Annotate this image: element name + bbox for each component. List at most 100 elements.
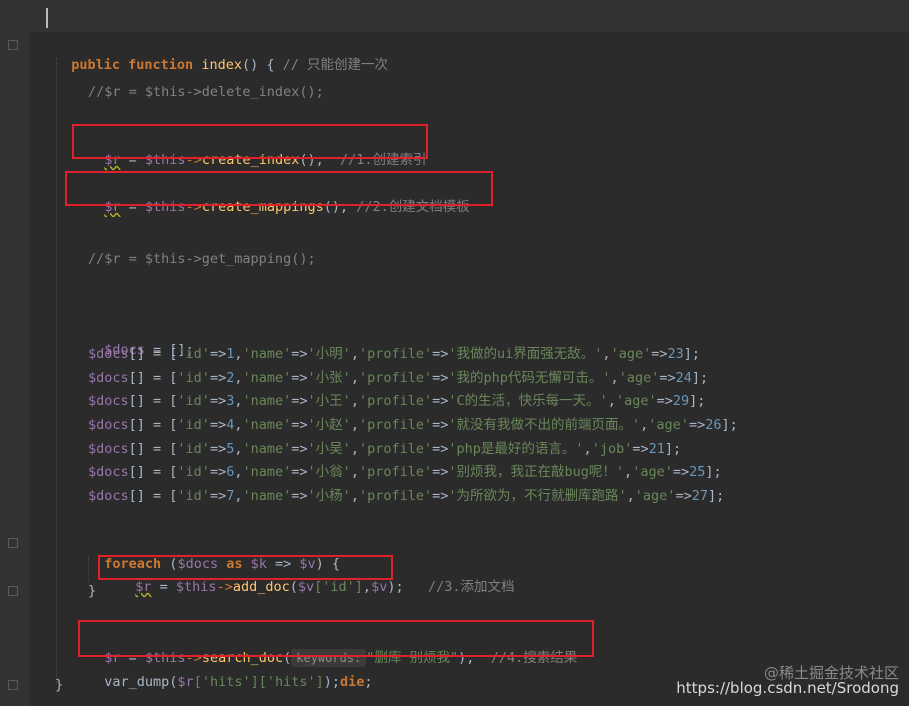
operator: =>: [675, 488, 692, 504]
code-line-doc[interactable]: $docs[] = ['id'=>1,'name'=>'小明','profile…: [88, 344, 700, 364]
string: 'name': [242, 417, 292, 433]
code-text: [] = [: [128, 417, 178, 433]
operator: =>: [432, 417, 449, 433]
code-line-delete-index[interactable]: //$r = $this->delete_index();: [88, 82, 324, 102]
string: 'age': [634, 488, 676, 504]
string: 'age': [610, 346, 652, 362]
operator: =>: [209, 370, 227, 386]
code-line-doc[interactable]: $docs[] = ['id'=>6,'name'=>'小翁','profile…: [88, 462, 722, 482]
code-text: ,: [350, 488, 359, 504]
variable: $docs: [88, 441, 129, 457]
code-line-doc[interactable]: $docs[] = ['id'=>4,'name'=>'小赵','profile…: [88, 415, 738, 435]
string: 'profile': [358, 464, 433, 480]
code-line-end-brace[interactable]: }: [55, 675, 63, 695]
function-name: var_dump(: [104, 674, 178, 690]
variable: $docs: [88, 464, 129, 480]
function-name: index: [201, 57, 242, 73]
code-text: );: [323, 674, 340, 690]
string: ': [342, 370, 351, 386]
string: 'profile': [358, 417, 433, 433]
variable: $v: [297, 579, 315, 595]
editor-gutter: [0, 0, 30, 706]
code-text: [] = [: [128, 488, 178, 504]
operator: =>: [688, 417, 706, 433]
string: 'id': [177, 417, 210, 433]
fold-marker-icon[interactable]: [8, 680, 18, 690]
code-text: ];: [689, 393, 706, 409]
string: ': [342, 488, 351, 504]
code-text: ,: [350, 441, 359, 457]
operator: =>: [432, 393, 449, 409]
code-text: ,: [350, 393, 359, 409]
operator: =>: [291, 393, 308, 409]
operator: =>: [209, 464, 227, 480]
string: 'profile': [358, 370, 433, 386]
code-line-function[interactable]: public function index() { // 只能创建一次: [55, 35, 388, 73]
variable: $this: [175, 579, 217, 595]
string: ': [342, 393, 351, 409]
code-text: [] = [: [128, 393, 178, 409]
fold-marker-icon[interactable]: [8, 538, 18, 548]
string: ': [448, 488, 457, 504]
string: 小张: [315, 370, 343, 386]
code-line-docs-init[interactable]: $docs = [];: [88, 320, 193, 358]
string: 'job': [591, 441, 633, 457]
string: 'age': [615, 393, 657, 409]
fold-marker-icon[interactable]: [8, 586, 18, 596]
string: ': [448, 393, 457, 409]
text-cursor: [46, 8, 48, 28]
string: 我做的ui界面强无敌。: [456, 346, 595, 362]
string: 'name': [242, 441, 292, 457]
string: ['id']: [314, 579, 363, 595]
code-line-doc[interactable]: $docs[] = ['id'=>3,'name'=>'小王','profile…: [88, 391, 705, 411]
highlight-box-search-doc: [78, 620, 594, 657]
code-line-doc[interactable]: $docs[] = ['id'=>5,'name'=>'小吴','profile…: [88, 439, 681, 459]
comment: //3.添加文档: [427, 579, 515, 595]
indent-guide: [56, 58, 57, 684]
number: 23: [667, 346, 684, 362]
string: 'name': [242, 346, 292, 362]
code-line-foreach[interactable]: foreach ($docs as $k => $v) {: [88, 534, 340, 572]
comment: // 只能创建一次: [282, 57, 389, 73]
string: ['hits']['hits']: [193, 674, 324, 690]
string: ': [307, 393, 316, 409]
operator: =>: [209, 393, 227, 409]
code-text: [] = [: [128, 370, 178, 386]
code-text: );: [387, 579, 404, 595]
operator: =>: [432, 370, 449, 386]
string: ': [599, 393, 608, 409]
string: ': [307, 370, 316, 386]
string: 'id': [177, 370, 210, 386]
string: ': [448, 464, 457, 480]
code-text: ];: [705, 464, 722, 480]
string: 'name': [242, 488, 292, 504]
string: C的生活，快乐每一天。: [456, 393, 600, 409]
operator: =>: [432, 488, 449, 504]
string: ': [307, 417, 316, 433]
operator: =>: [209, 346, 227, 362]
fold-marker-icon[interactable]: [8, 40, 18, 50]
highlight-box-create-mappings: [65, 171, 493, 206]
string: ': [307, 464, 316, 480]
code-line-close-brace[interactable]: }: [88, 581, 96, 601]
code-text: ];: [691, 370, 709, 386]
variable: $v: [371, 579, 388, 595]
code-line-doc[interactable]: $docs[] = ['id'=>2,'name'=>'小张','profile…: [88, 368, 708, 388]
code-text: () {: [241, 57, 275, 73]
string: 'profile': [358, 488, 433, 504]
string: 我的php代码无懈可击。: [456, 370, 603, 386]
string: 'name': [242, 393, 292, 409]
code-text: ];: [707, 488, 725, 504]
code-line-doc[interactable]: $docs[] = ['id'=>7,'name'=>'小杨','profile…: [88, 486, 724, 506]
operator: ->: [216, 579, 233, 595]
code-text: ,: [350, 464, 359, 480]
code-text: ,: [583, 441, 592, 457]
code-line-get-mapping[interactable]: //$r = $this->get_mapping();: [88, 249, 316, 269]
string: ': [448, 417, 457, 433]
string: 'id': [177, 464, 210, 480]
code-text: ,: [350, 417, 359, 433]
variable: $r: [177, 674, 194, 690]
string: 'name': [242, 370, 292, 386]
string: ': [448, 370, 457, 386]
code-text: [] = [: [128, 441, 178, 457]
